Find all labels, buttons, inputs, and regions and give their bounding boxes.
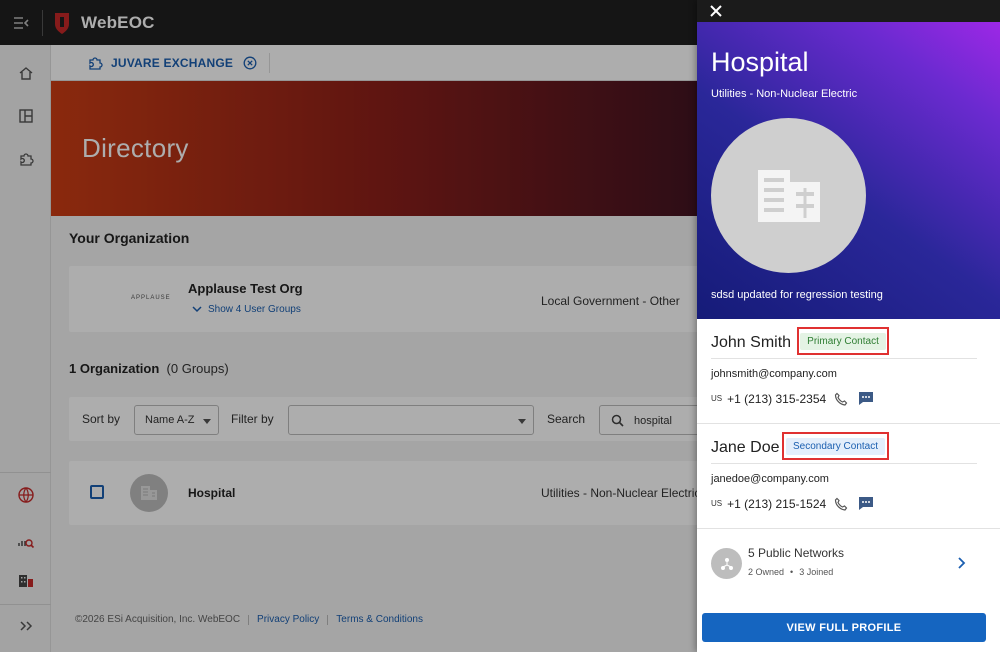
profile-panel: Hospital Utilities - Non-Nuclear Electri… (697, 0, 1000, 652)
chat-icon[interactable] (858, 391, 874, 406)
contact-phone: US +1 (213) 215-1524 (711, 496, 874, 511)
profile-subtitle: Utilities - Non-Nuclear Electric (711, 88, 858, 100)
modal-backdrop[interactable] (0, 0, 697, 652)
networks-summary: 2 Owned • 3 Joined (748, 567, 833, 577)
contact-divider (711, 358, 977, 359)
phone-number: +1 (213) 215-1524 (727, 496, 827, 511)
contact-divider (711, 463, 977, 464)
chat-icon[interactable] (858, 496, 874, 511)
primary-contact-highlight: Primary Contact (797, 327, 889, 355)
phone-country: US (711, 499, 723, 508)
networks-joined: 3 Joined (799, 567, 834, 577)
contact-email[interactable]: johnsmith@company.com (711, 368, 837, 380)
phone-country: US (711, 394, 723, 403)
secondary-contact-highlight: Secondary Contact (782, 432, 889, 460)
profile-avatar (711, 118, 866, 273)
chevron-right-icon[interactable] (955, 556, 967, 570)
profile-description: sdsd updated for regression testing (711, 289, 883, 301)
contact-name: John Smith (711, 334, 792, 351)
networks-owned: 2 Owned (748, 567, 785, 577)
building-icon (757, 169, 820, 222)
phone-icon[interactable] (834, 497, 848, 511)
secondary-contact-badge: Secondary Contact (785, 437, 886, 455)
view-full-profile-button[interactable]: VIEW FULL PROFILE (702, 613, 986, 642)
secondary-contact: Jane Doe Secondary Contact janedoe@compa… (697, 424, 1000, 529)
profile-hero: Hospital Utilities - Non-Nuclear Electri… (697, 22, 1000, 319)
networks-title: 5 Public Networks (748, 546, 845, 560)
phone-icon[interactable] (834, 392, 848, 406)
networks-separator: • (790, 567, 794, 577)
contact-name: Jane Doe (711, 439, 780, 456)
network-icon (720, 557, 733, 570)
public-networks-item[interactable]: 5 Public Networks 2 Owned • 3 Joined (697, 529, 1000, 599)
profile-title: Hospital (711, 47, 809, 77)
contact-phone: US +1 (213) 315-2354 (711, 391, 874, 406)
network-avatar (711, 548, 742, 579)
primary-contact-badge: Primary Contact (800, 332, 886, 350)
contact-email[interactable]: janedoe@company.com (711, 473, 829, 485)
close-icon[interactable] (708, 3, 724, 19)
panel-header-bar (697, 0, 1000, 22)
primary-contact: John Smith Primary Contact johnsmith@com… (697, 319, 1000, 424)
phone-number: +1 (213) 315-2354 (727, 391, 827, 406)
